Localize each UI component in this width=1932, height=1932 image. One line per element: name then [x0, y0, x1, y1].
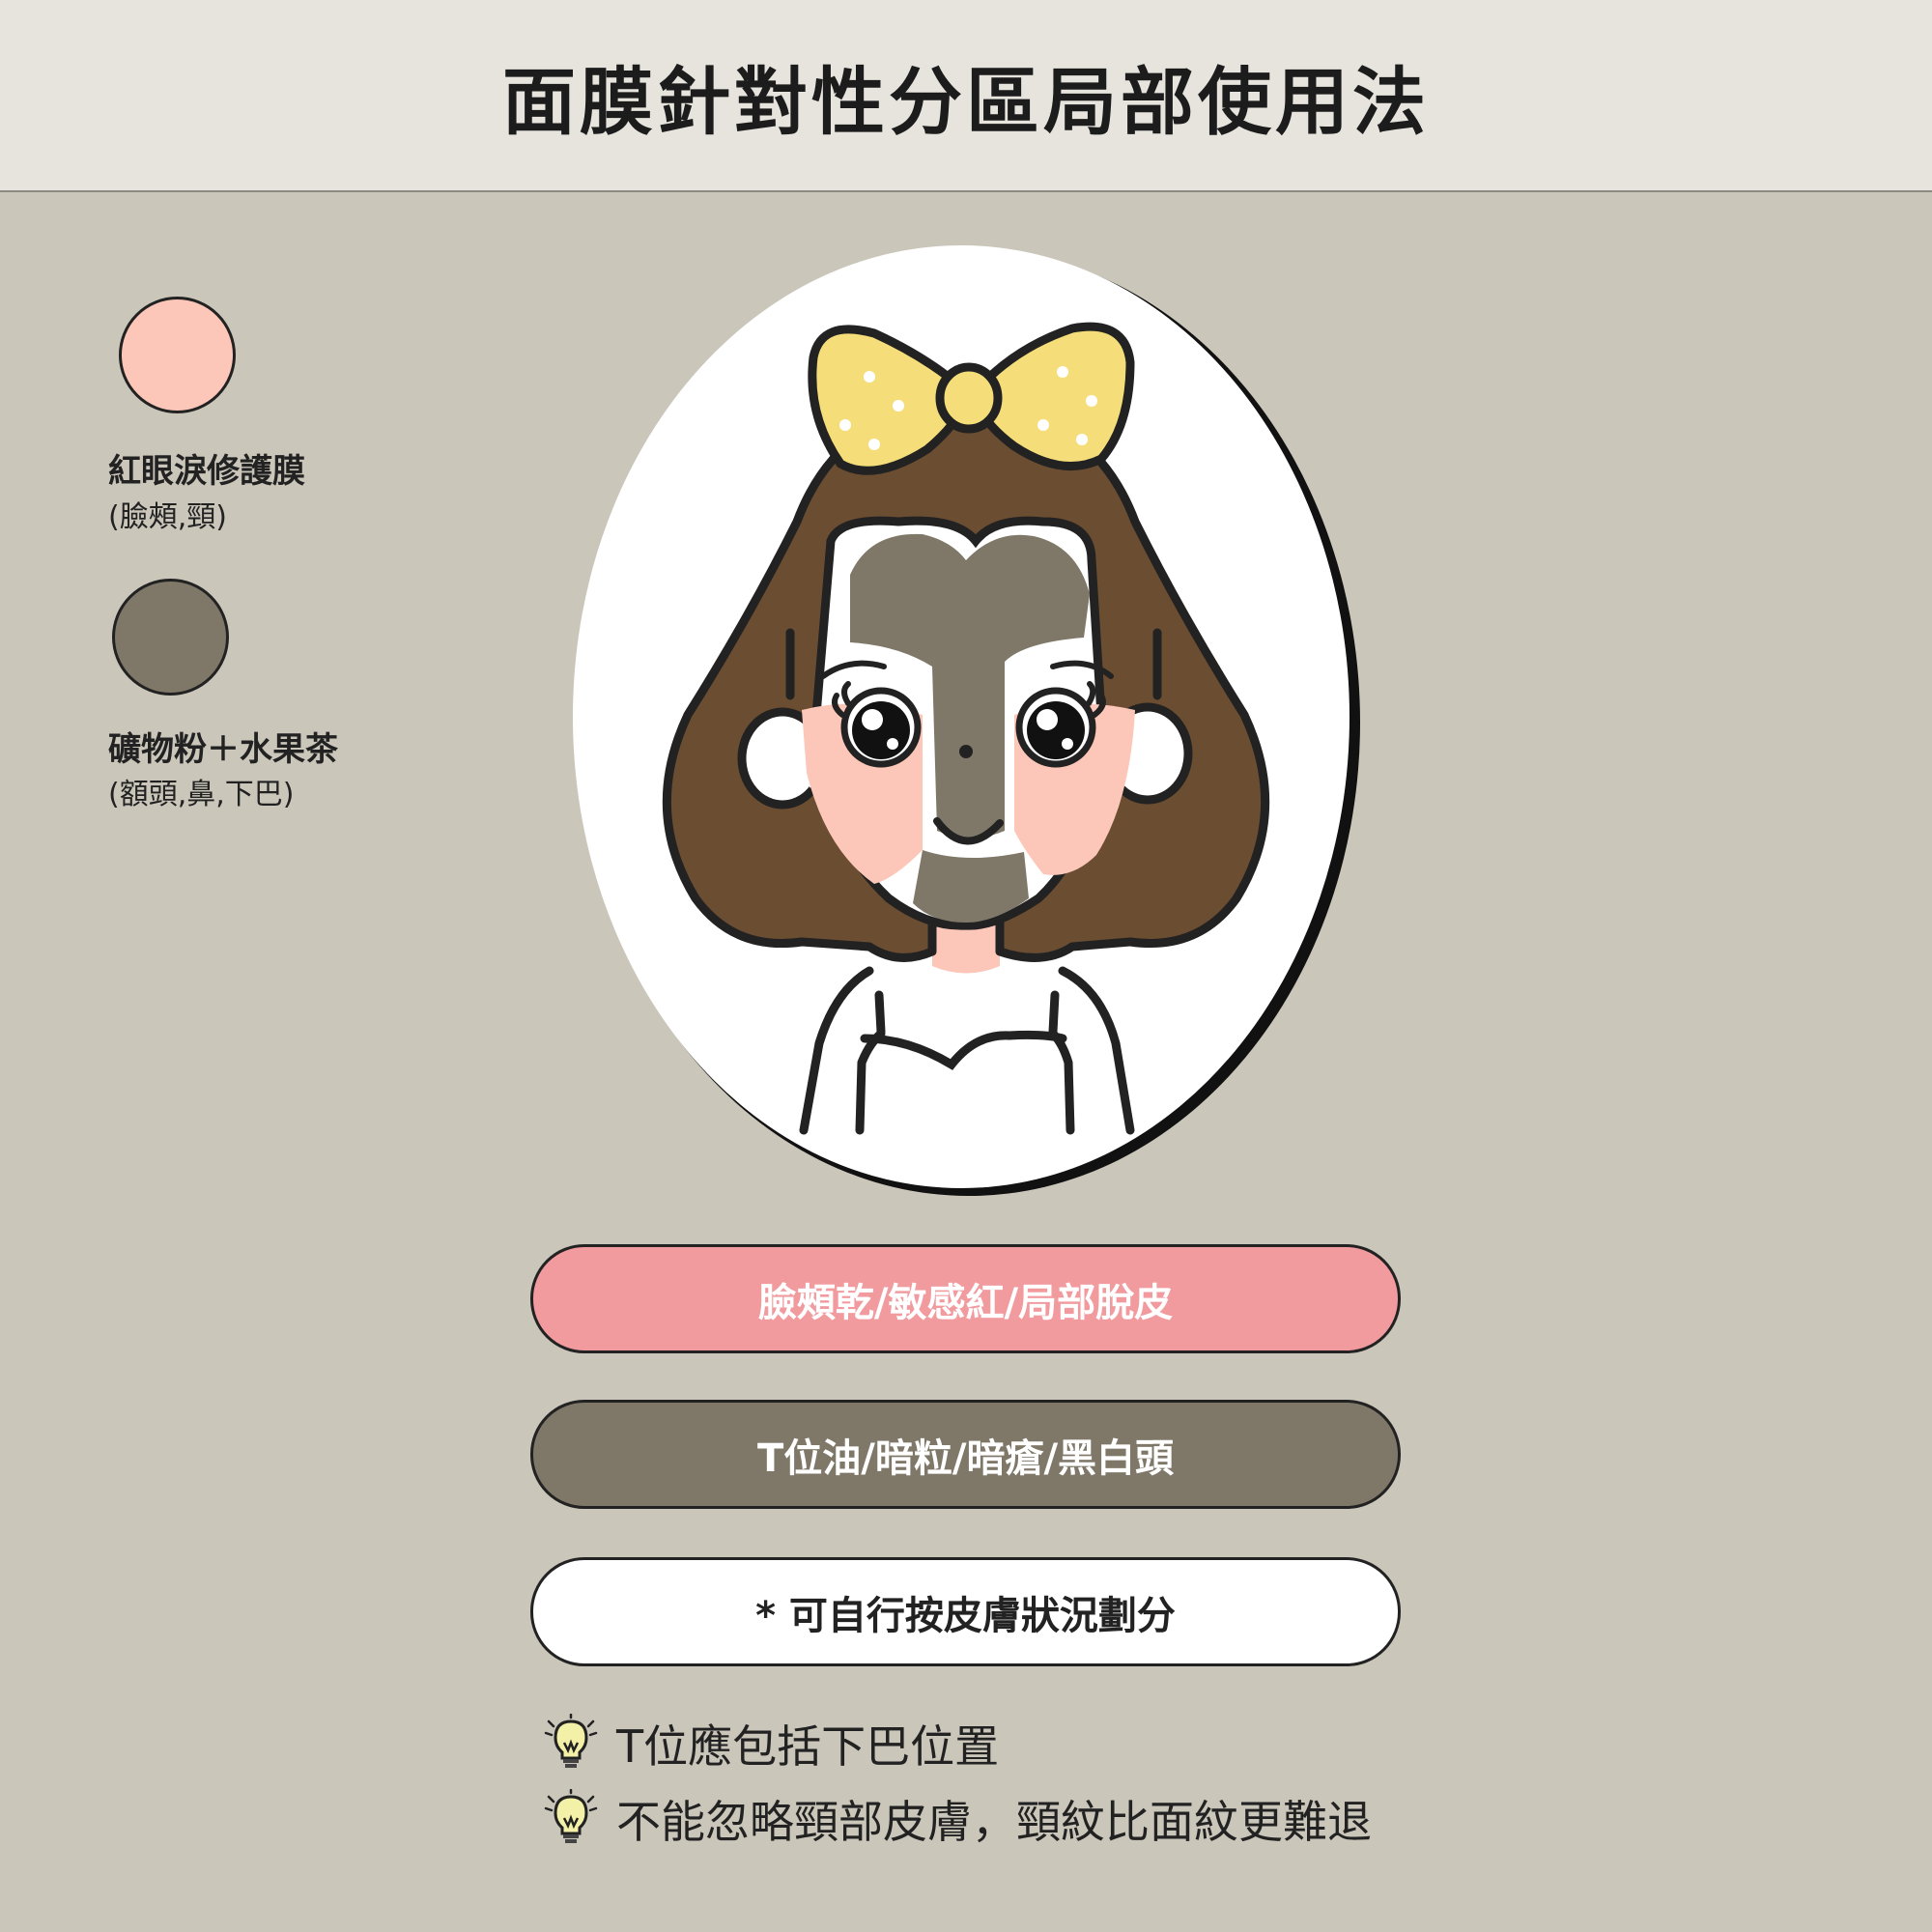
lightbulb-icon — [544, 1789, 598, 1843]
tip-text: 不能忽略頸部皮膚，頸紋比面紋更難退 — [616, 1796, 1372, 1848]
gray-zone-concerns: T位油/暗粒/暗瘡/黑白頭 — [530, 1400, 1401, 1509]
custom-zone-note: * 可自行按皮膚狀況劃分 — [530, 1557, 1401, 1666]
tip-item: 不能忽略頸部皮膚，頸紋比面紋更難退 — [541, 1785, 1372, 1853]
nose — [959, 745, 973, 758]
tip-item: T位應包括下巴位置 — [541, 1710, 999, 1777]
pink-zone-concerns: 臉頰乾/敏感紅/局部脫皮 — [530, 1244, 1401, 1353]
face-mask-illustration — [573, 245, 1360, 1196]
lightbulb-icon — [544, 1714, 598, 1768]
tip-text: T位應包括下巴位置 — [616, 1720, 1000, 1773]
